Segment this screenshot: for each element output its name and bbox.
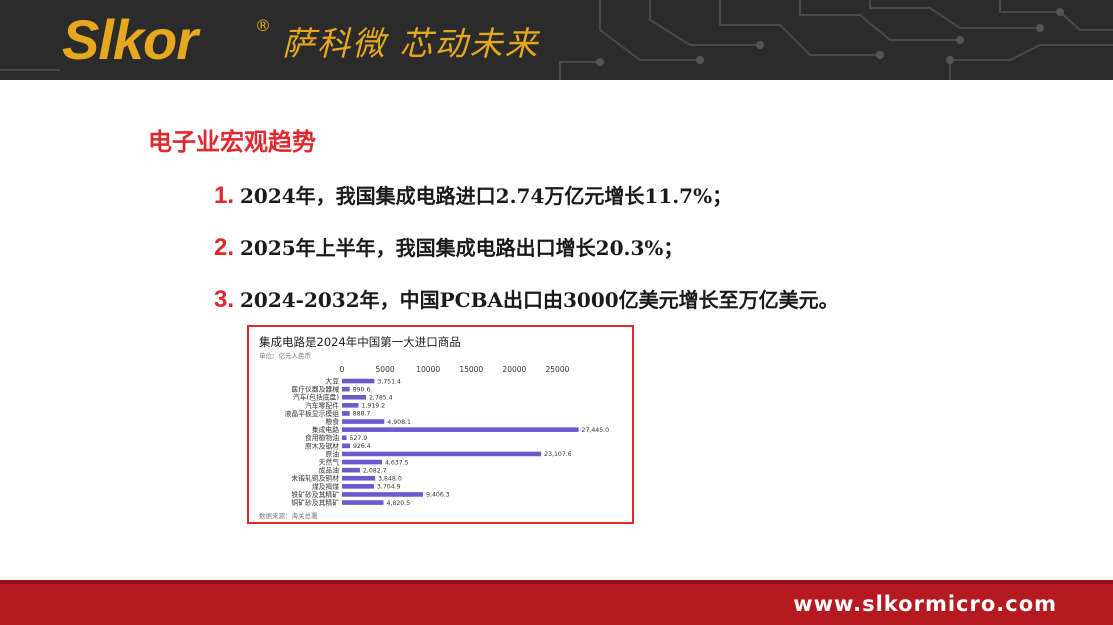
category-label: 大豆 — [325, 376, 339, 385]
x-tick-label: 15000 — [459, 365, 483, 374]
bar — [342, 500, 384, 505]
category-label: 原木及锯材 — [305, 441, 339, 450]
category-label: 天然气 — [319, 457, 340, 466]
chart-subtitle: 单位：亿元人民币 — [259, 351, 311, 360]
footer-bar: www.slkormicro.com — [0, 580, 1113, 625]
value-label: 2,082.7 — [363, 467, 387, 474]
category-label: 食用植物油 — [305, 433, 339, 442]
category-label: 铁矿砂及其精矿 — [291, 490, 339, 499]
value-label: 3,704.9 — [377, 484, 401, 491]
list-item: 1. 2024年，我国集成电路进口2.74万亿元增长11.7%； — [214, 180, 732, 210]
x-tick-label: 10000 — [416, 365, 440, 374]
category-label: 汽车零配件 — [305, 401, 339, 410]
registered-mark: ® — [255, 16, 271, 35]
value-label: 27,445.0 — [582, 427, 610, 434]
bar — [342, 443, 350, 449]
category-label: 集成电路 — [312, 425, 339, 434]
bar — [342, 394, 367, 400]
footer-shade — [0, 580, 1113, 584]
bar — [342, 467, 360, 473]
item-number: 2. — [214, 234, 235, 261]
value-label: 888.7 — [353, 411, 371, 418]
value-label: 527.9 — [350, 435, 368, 442]
slogan: 萨科微 芯动未来 — [282, 24, 540, 63]
category-label: 未锻轧铜及铜材 — [291, 474, 339, 483]
value-label: 9,406.3 — [426, 492, 450, 499]
bar — [342, 435, 347, 441]
bar — [342, 411, 350, 416]
value-label: 4,637.5 — [385, 459, 409, 466]
x-tick-label: 0 — [340, 365, 345, 374]
item-text: 2024-2032年，中国PCBA出口由3000亿美元增长至万亿美元。 — [240, 288, 839, 312]
bar — [342, 451, 542, 457]
value-label: 4,908.1 — [387, 419, 411, 426]
import-chart: 集成电路是2024年中国第一大进口商品 单位：亿元人民币 数据来源：海关总署 0… — [247, 325, 634, 524]
section-title: 电子业宏观趋势 — [148, 128, 316, 156]
category-label: 原油 — [325, 449, 339, 458]
category-label: 医疗仪器及器械 — [291, 385, 339, 394]
bar — [342, 403, 359, 408]
category-label: 成品油 — [319, 466, 340, 475]
list-item: 3. 2024-2032年，中国PCBA出口由3000亿美元增长至万亿美元。 — [214, 284, 839, 314]
category-label: 铜矿砂及其精矿 — [291, 498, 339, 507]
bar — [342, 378, 375, 384]
value-label: 3,751.4 — [377, 378, 401, 385]
value-label: 890.6 — [353, 386, 371, 393]
value-label: 1,919.2 — [362, 403, 386, 410]
bar — [342, 484, 374, 489]
value-label: 926.4 — [353, 443, 371, 450]
category-label: 粮食 — [325, 417, 339, 426]
category-label: 煤及褐煤 — [312, 482, 339, 491]
slkor-logo: Slkor — [62, 8, 198, 71]
value-label: 23,107.6 — [544, 451, 572, 458]
item-number: 3. — [214, 286, 235, 313]
category-label: 液晶平板显示模组 — [285, 409, 340, 418]
item-number: 1. — [214, 182, 235, 209]
value-label: 2,785.4 — [369, 394, 393, 401]
list-item: 2. 2025年上半年，我国集成电路出口增长20.3%； — [214, 232, 683, 262]
x-tick-label: 5000 — [376, 365, 395, 374]
bar — [342, 459, 382, 465]
x-tick-label: 20000 — [502, 365, 526, 374]
chart-title: 集成电路是2024年中国第一大进口商品 — [259, 335, 461, 349]
value-label: 3,848.0 — [378, 475, 402, 482]
x-tick-label: 25000 — [546, 365, 570, 374]
bar — [342, 419, 385, 424]
bar — [342, 386, 350, 392]
bar — [342, 427, 579, 432]
value-label: 4,820.5 — [387, 500, 411, 507]
bar-chart: 集成电路是2024年中国第一大进口商品 单位：亿元人民币 数据来源：海关总署 0… — [259, 335, 610, 520]
bar — [342, 475, 376, 481]
website-url: www.slkormicro.com — [793, 592, 1057, 616]
category-label: 汽车(包括底盘) — [293, 393, 339, 402]
chart-source: 数据来源：海关总署 — [259, 511, 318, 520]
item-text: 2024年，我国集成电路进口2.74万亿元增长11.7%； — [240, 184, 733, 208]
item-text: 2025年上半年，我国集成电路出口增长20.3%； — [240, 236, 684, 260]
bar — [342, 492, 424, 497]
header-banner: Slkor ® 萨科微 芯动未来 — [0, 0, 1113, 80]
